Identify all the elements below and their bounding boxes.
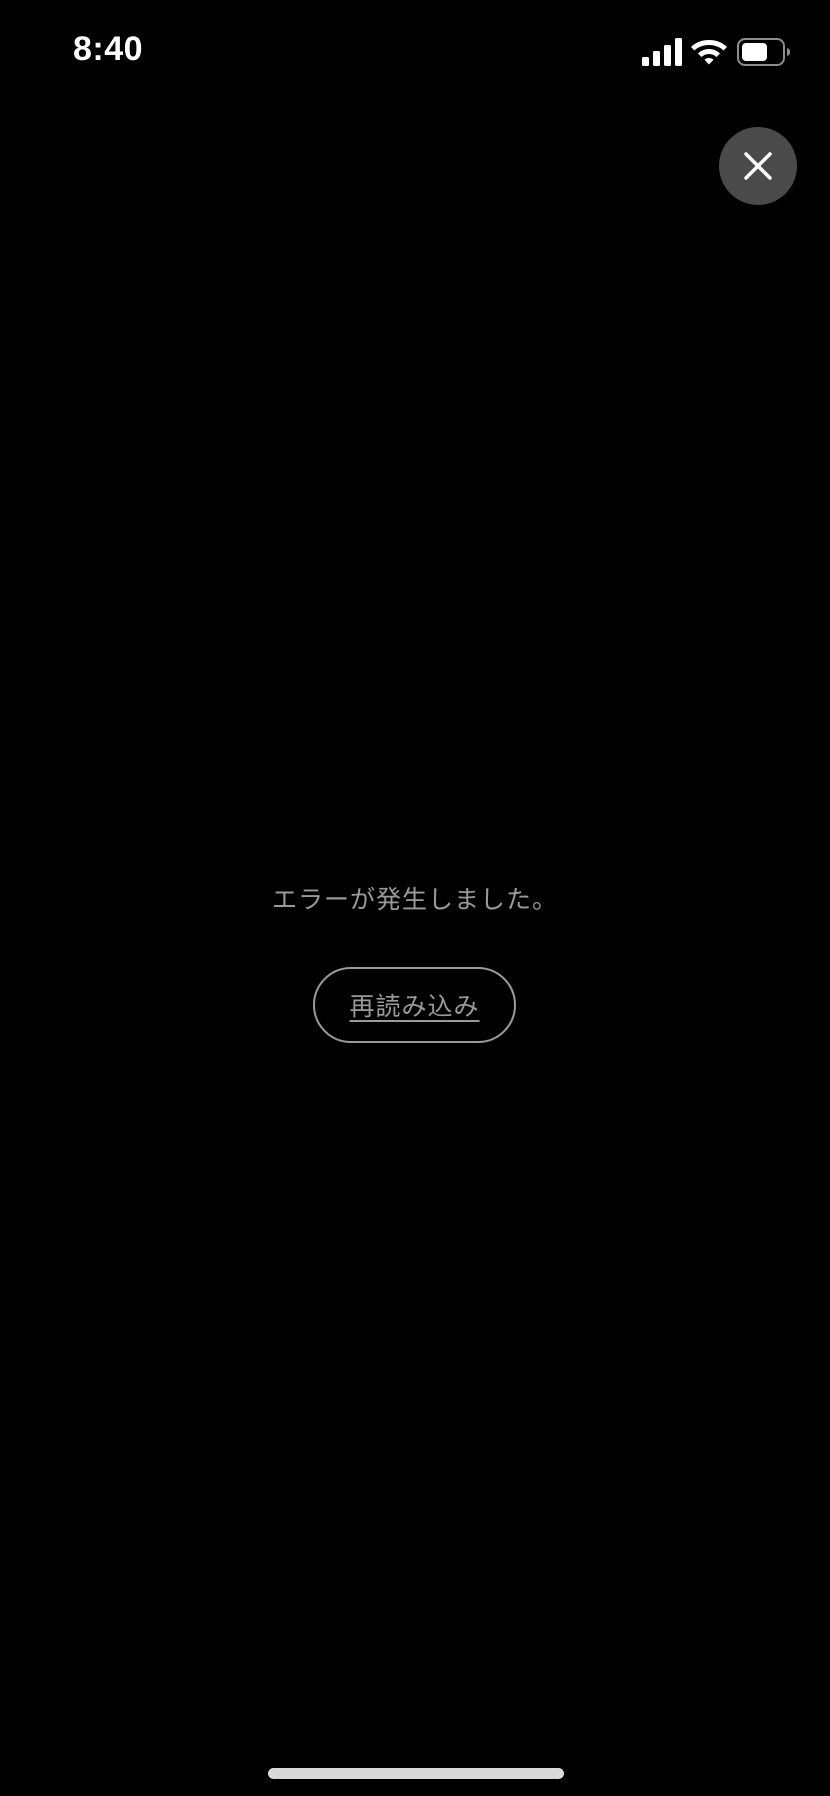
reload-button[interactable]: 再読み込み — [313, 967, 516, 1043]
battery-icon — [737, 38, 790, 66]
cellular-signal-icon — [642, 38, 682, 66]
status-bar: 8:40 — [0, 0, 830, 104]
status-time: 8:40 — [73, 30, 144, 68]
home-indicator[interactable] — [268, 1768, 564, 1779]
error-message: エラーが発生しました。 — [271, 885, 558, 914]
close-button[interactable] — [719, 127, 797, 205]
close-icon — [744, 152, 772, 180]
wifi-icon — [691, 40, 727, 65]
reload-label: 再読み込み — [349, 992, 480, 1021]
